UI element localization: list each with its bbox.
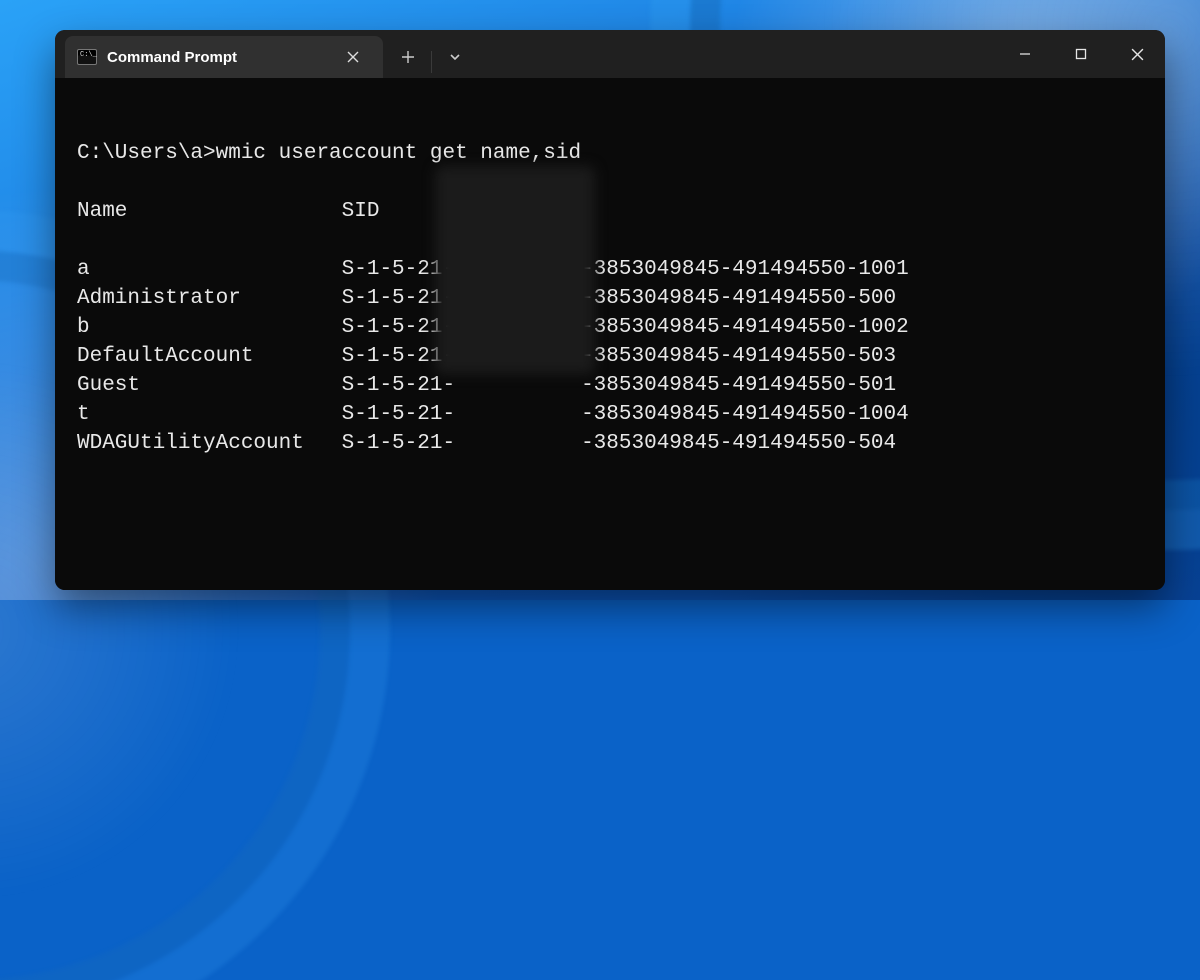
account-sid: S-1-5-21- -3853049845-491494550-501 (342, 371, 897, 400)
account-name: a (77, 255, 342, 284)
table-row: aS-1-5-21- -3853049845-491494550-1001 (77, 255, 1147, 284)
command-text: wmic useraccount get name,sid (216, 139, 581, 168)
tab-close-button[interactable] (339, 43, 367, 71)
titlebar-drag-region[interactable] (476, 30, 997, 78)
minimize-button[interactable] (997, 30, 1053, 78)
account-name: Administrator (77, 284, 342, 313)
account-name: DefaultAccount (77, 342, 342, 371)
titlebar[interactable]: Command Prompt (55, 30, 1165, 79)
account-name: t (77, 400, 342, 429)
tab-title: Command Prompt (107, 49, 329, 66)
terminal-window: Command Prompt (55, 30, 1165, 590)
account-name: Guest (77, 371, 342, 400)
column-header-name: Name (77, 197, 342, 226)
close-button[interactable] (1109, 30, 1165, 78)
account-sid: S-1-5-21- -3853049845-491494550-500 (342, 284, 897, 313)
account-sid: S-1-5-21- -3853049845-491494550-1001 (342, 255, 909, 284)
tab-dropdown-button[interactable] (434, 36, 476, 78)
table-row: DefaultAccountS-1-5-21- -3853049845-4914… (77, 342, 1147, 371)
new-tab-button[interactable] (387, 36, 429, 78)
table-row: AdministratorS-1-5-21- -3853049845-49149… (77, 284, 1147, 313)
terminal-output[interactable]: C:\Users\a>wmic useraccount get name,sid… (55, 78, 1165, 590)
table-row: GuestS-1-5-21- -3853049845-491494550-501 (77, 371, 1147, 400)
account-sid: S-1-5-21- -3853049845-491494550-1004 (342, 400, 909, 429)
tab-command-prompt[interactable]: Command Prompt (65, 36, 383, 78)
table-row: tS-1-5-21- -3853049845-491494550-1004 (77, 400, 1147, 429)
account-sid: S-1-5-21- -3853049845-491494550-504 (342, 429, 897, 458)
cmd-icon (77, 49, 97, 65)
account-name: WDAGUtilityAccount (77, 429, 342, 458)
table-row: WDAGUtilityAccountS-1-5-21- -3853049845-… (77, 429, 1147, 458)
maximize-button[interactable] (1053, 30, 1109, 78)
prompt: C:\Users\a> (77, 139, 216, 168)
column-header-sid: SID (342, 197, 380, 226)
table-row: bS-1-5-21- -3853049845-491494550-1002 (77, 313, 1147, 342)
account-name: b (77, 313, 342, 342)
account-sid: S-1-5-21- -3853049845-491494550-1002 (342, 313, 909, 342)
account-sid: S-1-5-21- -3853049845-491494550-503 (342, 342, 897, 371)
separator (431, 51, 432, 73)
